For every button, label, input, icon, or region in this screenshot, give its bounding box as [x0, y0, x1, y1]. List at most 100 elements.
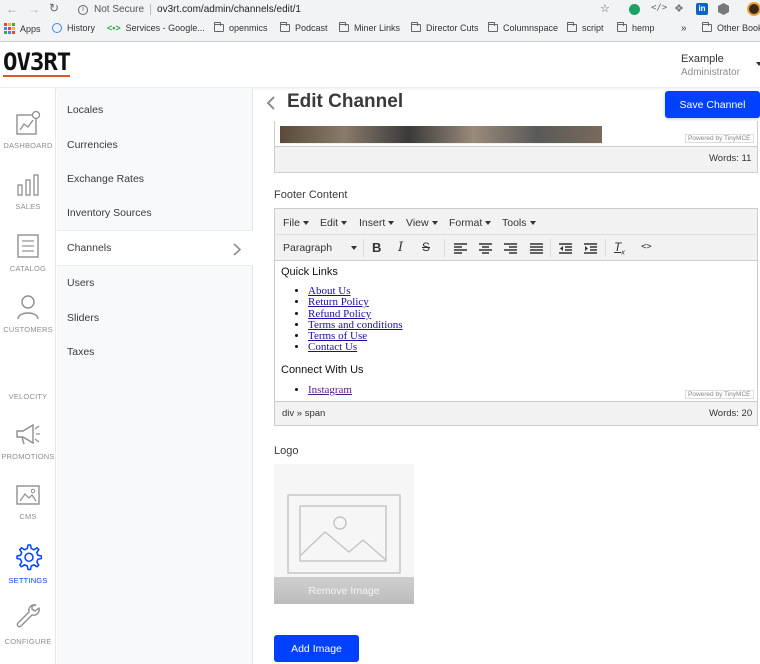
add-image-button[interactable]: Add Image: [274, 635, 359, 662]
page-title: Edit Channel: [287, 91, 404, 112]
submenu-exchange-rates[interactable]: Exchange Rates: [67, 173, 144, 185]
chevron-right-icon: [233, 243, 242, 256]
submenu-taxes[interactable]: Taxes: [67, 346, 94, 358]
submenu-inventory-sources[interactable]: Inventory Sources: [67, 207, 152, 219]
remove-image-button[interactable]: Remove Image: [274, 577, 414, 604]
powered-by-tinymce[interactable]: Powered by TinyMCE: [685, 390, 754, 399]
align-justify-icon[interactable]: [530, 243, 543, 254]
nav-customers[interactable]: CUSTOMERS: [0, 294, 56, 334]
bold-icon[interactable]: B: [372, 240, 381, 255]
bookmark-script[interactable]: script: [567, 22, 604, 33]
menu-tools[interactable]: Tools: [502, 217, 536, 229]
bookmark-miner-links[interactable]: Miner Links: [339, 22, 400, 33]
powered-by-tinymce[interactable]: Powered by TinyMCE: [685, 134, 754, 143]
submenu-channels[interactable]: Channels: [57, 230, 253, 266]
link-terms-and-conditions[interactable]: Terms and conditions: [308, 319, 403, 331]
back-arrow-icon[interactable]: [265, 96, 277, 110]
editor-statusbar: div » span Words: 20: [275, 401, 757, 425]
align-center-icon[interactable]: [479, 243, 492, 254]
extension-hex-icon[interactable]: [718, 3, 729, 15]
nav-velocity[interactable]: VELOCITY: [0, 392, 56, 401]
caret-down-icon: [351, 246, 357, 250]
submenu-currencies[interactable]: Currencies: [67, 139, 118, 151]
indent-icon[interactable]: [584, 243, 597, 254]
submenu-locales[interactable]: Locales: [67, 104, 103, 116]
link-return-policy[interactable]: Return Policy: [308, 296, 369, 308]
nav-sales[interactable]: SALES: [0, 173, 56, 211]
logo-image-preview[interactable]: Remove Image: [274, 464, 414, 604]
connect-heading: Connect With Us: [281, 364, 364, 376]
bookmark-hemp[interactable]: hemp: [617, 22, 655, 33]
clear-formatting-icon[interactable]: Tx: [614, 240, 625, 256]
save-channel-button[interactable]: Save Channel: [665, 91, 760, 118]
nav-promotions[interactable]: PROMOTIONS: [0, 421, 56, 461]
source-code-icon[interactable]: <>: [641, 242, 652, 252]
linkedin-icon[interactable]: in: [696, 3, 708, 15]
image-placeholder-icon: [287, 494, 401, 574]
italic-icon[interactable]: I: [398, 240, 403, 255]
extension-green-icon[interactable]: [629, 4, 640, 15]
menu-label: Format: [449, 217, 483, 229]
logo[interactable]: OV3RT: [3, 49, 71, 77]
menu-label: Insert: [359, 217, 386, 229]
bookmark-director-cuts[interactable]: Director Cuts: [411, 22, 479, 33]
align-left-icon[interactable]: [454, 243, 467, 254]
link-instagram[interactable]: Instagram: [308, 384, 352, 396]
bookmark-label: History: [67, 23, 96, 33]
editor-statusbar: Words: 11: [275, 146, 757, 172]
folder-icon: [280, 22, 290, 32]
align-right-icon[interactable]: [504, 243, 517, 254]
nav-settings[interactable]: SETTINGS: [0, 543, 56, 585]
bookmark-podcast[interactable]: Podcast: [280, 22, 328, 33]
star-icon[interactable]: ☆: [600, 2, 610, 15]
menu-insert[interactable]: Insert: [359, 217, 395, 229]
bookmark-services[interactable]: <•> Services - Google...: [107, 23, 205, 33]
reload-icon[interactable]: ↻: [49, 1, 59, 15]
editor-menubar: File Edit Insert View Format Tools: [275, 209, 757, 235]
nav-configure[interactable]: CONFIGURE: [0, 602, 56, 646]
menu-edit[interactable]: Edit: [320, 217, 348, 229]
nav-dashboard[interactable]: DASHBOARD: [0, 110, 56, 150]
outdent-icon[interactable]: [559, 243, 572, 254]
block-format-select[interactable]: Paragraph: [283, 242, 357, 254]
bookmarks-overflow[interactable]: »: [681, 23, 687, 34]
url-text[interactable]: ov3rt.com/admin/channels/edit/1: [157, 4, 301, 15]
menu-format[interactable]: Format: [449, 217, 492, 229]
code-icon[interactable]: </>: [651, 3, 667, 13]
editor-content[interactable]: Quick Links About Us Return Policy Refun…: [275, 261, 757, 401]
dropbox-icon[interactable]: ❖: [674, 2, 684, 15]
menu-label: File: [283, 217, 300, 229]
caret-down-icon: [431, 221, 438, 225]
submenu-sliders[interactable]: Sliders: [67, 312, 99, 324]
logo-label: Logo: [274, 445, 299, 457]
nav-label: DASHBOARD: [3, 141, 53, 150]
forward-icon[interactable]: →: [28, 2, 40, 16]
bookmark-other[interactable]: Other Book: [702, 22, 760, 33]
user-dropdown-icon[interactable]: [756, 62, 760, 66]
element-path[interactable]: div » span: [282, 408, 325, 419]
nav-cms[interactable]: CMS: [0, 483, 56, 521]
block-format-value: Paragraph: [283, 242, 333, 254]
address-bar[interactable]: i Not Secure ov3rt.com/admin/channels/ed…: [72, 1, 620, 18]
profile-avatar[interactable]: [747, 2, 760, 16]
social-list: Instagram: [308, 385, 352, 396]
submenu-users[interactable]: Users: [67, 277, 94, 289]
bookmark-history[interactable]: History: [52, 23, 95, 33]
bookmark-openmics[interactable]: openmics: [214, 22, 268, 33]
bookmark-label: Apps: [20, 23, 41, 34]
caret-down-icon: [485, 221, 492, 225]
menu-file[interactable]: File: [283, 217, 309, 229]
menu-view[interactable]: View: [406, 217, 438, 229]
info-icon[interactable]: i: [78, 4, 88, 15]
bookmark-columnspace[interactable]: Columnspace: [488, 22, 558, 33]
user-name[interactable]: Example: [681, 53, 724, 65]
back-icon[interactable]: ←: [6, 2, 18, 16]
strikethrough-icon[interactable]: S: [422, 240, 430, 254]
link-about-us[interactable]: About Us: [308, 285, 350, 297]
nav-catalog[interactable]: CATALOG: [0, 233, 56, 273]
link-refund-policy[interactable]: Refund Policy: [308, 308, 371, 320]
bookmark-apps[interactable]: Apps: [4, 23, 41, 34]
link-contact-us[interactable]: Contact Us: [308, 341, 357, 353]
bookmarks-bar: Apps History <•> Services - Google... op…: [0, 20, 760, 42]
link-terms-of-use[interactable]: Terms of Use: [308, 330, 367, 342]
